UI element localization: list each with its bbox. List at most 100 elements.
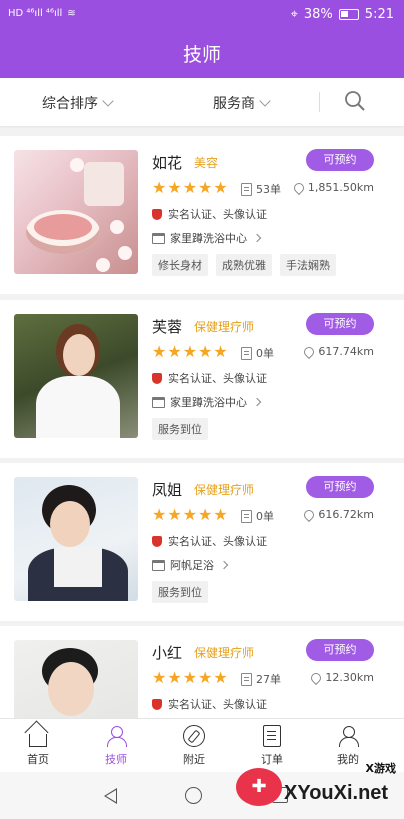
rating-stars: ★ ★ ★ ★ ★ [152, 180, 228, 196]
technician-photo [14, 477, 138, 601]
book-button[interactable]: 可预约 [306, 149, 374, 171]
shop-icon [152, 232, 165, 244]
order-count: 0单 [241, 508, 274, 524]
distance: 12.30km [309, 670, 374, 685]
technician-icon [105, 725, 127, 747]
clipboard-icon [241, 346, 252, 360]
technician-name: 芙蓉 [152, 318, 183, 336]
status-bar: HD ⁴⁶ıll ⁴⁶ıll ≋ ⌖ 38% 5:21 [0, 0, 404, 34]
distance-text: 616.72km [318, 508, 374, 521]
order-count-text: 0单 [256, 510, 274, 523]
chevron-right-icon [252, 233, 262, 243]
technician-card[interactable]: 芙蓉 保健理疗师 可预约 ★ ★ ★ ★ ★ 0单 617.74km 实名认证、头像认证… [0, 300, 404, 458]
technician-card[interactable]: 凤姐 保健理疗师 可预约 ★ ★ ★ ★ ★ 0单 616.72km 实名认证、头像认证… [0, 463, 404, 621]
verification-text: 实名认证、头像认证 [168, 372, 267, 385]
back-icon[interactable] [104, 788, 117, 804]
star-icon: ★ [198, 668, 213, 687]
tag-chip: 服务到位 [152, 581, 208, 603]
clipboard-icon [241, 509, 252, 523]
distance-text: 1,851.50km [307, 181, 374, 194]
sort-dropdown[interactable]: 综合排序 [42, 93, 114, 113]
shop-link[interactable]: 家里蹲洗浴中心 [152, 394, 262, 410]
chevron-right-icon [219, 560, 229, 570]
shop-name: 家里蹲洗浴中心 [170, 396, 247, 409]
star-icon: ★ [182, 342, 198, 361]
tag-chip: 修长身材 [152, 254, 208, 276]
shop-name: 阿帆足浴 [170, 559, 214, 572]
signal-indicators: HD ⁴⁶ıll ⁴⁶ıll ≋ [8, 8, 76, 19]
star-icon: ★ [152, 505, 167, 524]
star-icon: ★ [152, 342, 167, 361]
distance-text: 617.74km [318, 345, 374, 358]
order-count-text: 53单 [256, 183, 281, 196]
technician-name: 小红 [152, 644, 183, 662]
search-icon[interactable] [344, 90, 366, 112]
book-button[interactable]: 可预约 [306, 639, 374, 661]
technician-card[interactable]: 小红 保健理疗师 可预约 ★ ★ ★ ★ ★ 27单 12.30km 实名认证、头像认证 [0, 626, 404, 718]
distance: 1,851.50km [291, 180, 374, 195]
star-icon: ★ [182, 178, 198, 197]
tag-list: 服务到位 [152, 418, 208, 440]
distance-text: 12.30km [325, 671, 374, 684]
verified-icon [152, 535, 162, 547]
star-icon: ★ [213, 178, 228, 197]
signal-text: HD ⁴⁶ıll ⁴⁶ıll [8, 8, 63, 19]
tag-list: 服务到位 [152, 581, 208, 603]
rating-stars: ★ ★ ★ ★ ★ [152, 344, 228, 360]
location-pin-icon [302, 344, 317, 359]
provider-label: 服务商 [213, 96, 255, 112]
technician-name: 凤姐 [152, 481, 183, 499]
star-icon: ★ [198, 342, 213, 361]
rating-stars: ★ ★ ★ ★ ★ [152, 670, 228, 686]
order-count-text: 27单 [256, 673, 281, 686]
technician-photo [14, 314, 138, 438]
verification: 实名认证、头像认证 [152, 696, 267, 712]
sort-label: 综合排序 [42, 96, 98, 112]
star-icon: ★ [167, 178, 182, 197]
provider-dropdown[interactable]: 服务商 [213, 93, 271, 113]
technician-photo [14, 150, 138, 274]
star-icon: ★ [182, 505, 198, 524]
tag-list: 修长身材 成熟优雅 手法娴熟 [152, 254, 336, 276]
star-icon: ★ [198, 178, 213, 197]
chevron-down-icon [259, 95, 271, 107]
clipboard-icon [241, 672, 252, 686]
verification: 实名认证、头像认证 [152, 206, 267, 222]
technician-category: 保健理疗师 [194, 320, 255, 334]
nav-home[interactable]: 首页 [8, 725, 68, 767]
nav-nearby[interactable]: 附近 [164, 725, 224, 767]
chevron-right-icon [252, 397, 262, 407]
verification: 实名认证、头像认证 [152, 533, 267, 549]
shop-icon [152, 396, 165, 408]
watermark-main: XYouXi.net [284, 782, 389, 804]
watermark-top: X游戏 [365, 762, 396, 775]
technician-name: 如花 [152, 154, 183, 172]
home-button-icon[interactable] [185, 787, 202, 804]
battery-percent: 38% [303, 7, 333, 22]
distance: 617.74km [302, 344, 374, 359]
distance: 616.72km [302, 507, 374, 522]
page-title: 技师 [182, 44, 221, 66]
star-icon: ★ [213, 668, 228, 687]
star-icon: ★ [213, 505, 228, 524]
verified-icon [152, 372, 162, 384]
app-header: HD ⁴⁶ıll ⁴⁶ıll ≋ ⌖ 38% 5:21 技师 [0, 0, 404, 78]
verification-text: 实名认证、头像认证 [168, 208, 267, 221]
order-count-text: 0单 [256, 347, 274, 360]
battery-icon [338, 9, 359, 20]
nav-technician[interactable]: 技师 [86, 725, 146, 767]
verification-text: 实名认证、头像认证 [168, 698, 267, 711]
profile-icon [337, 725, 359, 747]
star-icon: ★ [167, 668, 182, 687]
book-button[interactable]: 可预约 [306, 476, 374, 498]
tag-chip: 服务到位 [152, 418, 208, 440]
nav-label: 技师 [105, 753, 127, 766]
status-right: ⌖ 38% 5:21 [291, 7, 394, 22]
location-icon: ⌖ [290, 7, 298, 22]
technician-card[interactable]: 如花 美容 可预约 ★ ★ ★ ★ ★ 53单 1,851.50km 实名认证、头像认证… [0, 136, 404, 294]
book-button[interactable]: 可预约 [306, 313, 374, 335]
star-icon: ★ [152, 668, 167, 687]
shop-link[interactable]: 家里蹲洗浴中心 [152, 230, 262, 246]
star-icon: ★ [182, 668, 198, 687]
shop-link[interactable]: 阿帆足浴 [152, 557, 229, 573]
